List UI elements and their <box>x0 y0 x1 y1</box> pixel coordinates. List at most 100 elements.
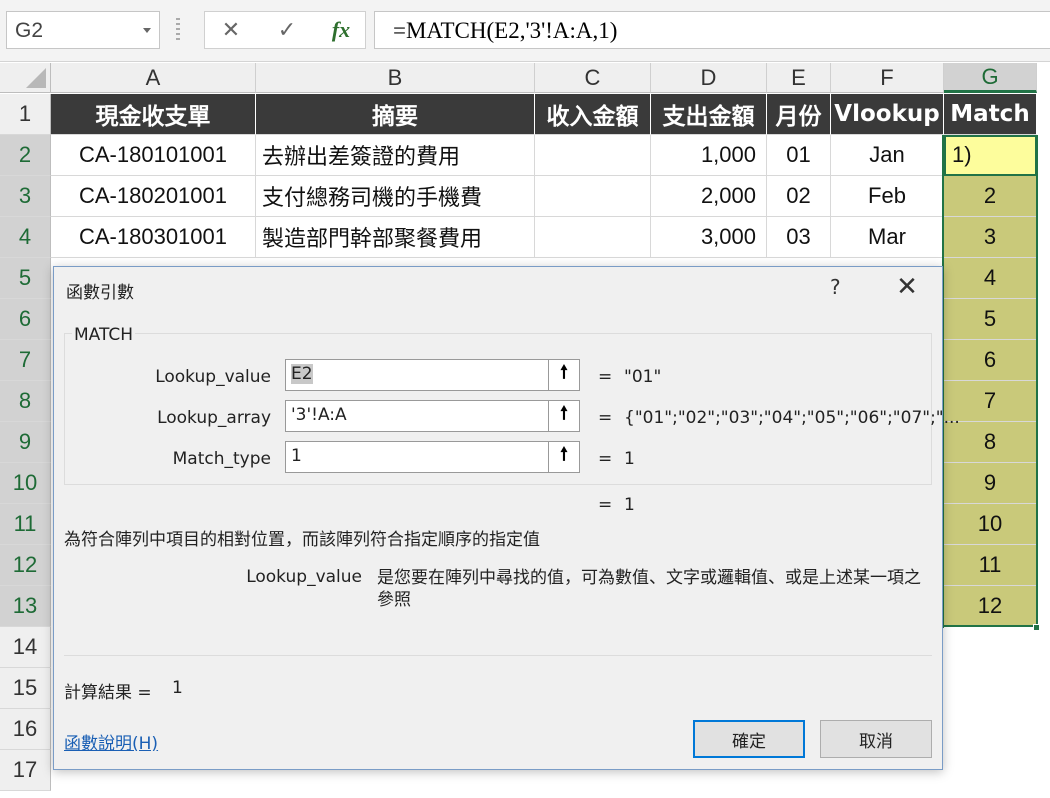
insert-function-icon[interactable]: fx <box>325 15 357 45</box>
row-header-2[interactable]: 2 <box>0 135 51 176</box>
header-cell-e[interactable]: 月份 <box>767 94 831 135</box>
row-header-13[interactable]: 13 <box>0 586 51 627</box>
table-cell[interactable]: 8 <box>944 422 1037 463</box>
fill-handle[interactable] <box>1033 624 1040 631</box>
table-cell[interactable]: 11 <box>944 545 1037 586</box>
formula-input[interactable]: =MATCH(E2,'3'!A:A,1) <box>374 11 1050 49</box>
arg-help-text: 是您要在陣列中尋找的值，可為數值、文字或邏輯值、或是上述某一項之參照 <box>377 568 921 610</box>
row-header-5[interactable]: 5 <box>0 258 51 299</box>
header-cell-d[interactable]: 支出金額 <box>651 94 767 135</box>
row-header-12[interactable]: 12 <box>0 545 51 586</box>
chevron-down-icon[interactable] <box>143 28 151 33</box>
table-cell[interactable]: CA-180301001 <box>51 217 256 258</box>
active-cell-g2[interactable]: 1) <box>944 135 1037 176</box>
row-header-7[interactable]: 7 <box>0 340 51 381</box>
table-cell[interactable]: 去辦出差簽證的費用 <box>256 135 535 176</box>
row-header-14[interactable]: 14 <box>0 627 51 668</box>
header-cell-f[interactable]: Vlookup <box>831 94 944 135</box>
header-cell-a[interactable]: 現金收支單 <box>51 94 256 135</box>
equals-sign: = <box>598 495 613 515</box>
row-header-9[interactable]: 9 <box>0 422 51 463</box>
table-cell[interactable]: 3,000 <box>651 217 767 258</box>
arg-help-name: Lookup_value <box>246 567 362 587</box>
row-header-6[interactable]: 6 <box>0 299 51 340</box>
table-cell[interactable] <box>535 135 651 176</box>
arg-label-match-type: Match_type <box>172 449 271 469</box>
column-header-d[interactable]: D <box>651 63 767 93</box>
cancel-button[interactable]: 取消 <box>820 720 932 758</box>
row-header-8[interactable]: 8 <box>0 381 51 422</box>
arg-result-lookup-value: "01" <box>624 367 662 387</box>
function-name: MATCH <box>72 325 136 345</box>
enter-formula-icon[interactable]: ✓ <box>271 15 303 45</box>
column-header-a[interactable]: A <box>51 63 256 93</box>
function-description: 為符合陣列中項目的相對位置，而該陣列符合指定順序的指定值 <box>64 530 540 550</box>
table-cell[interactable] <box>535 217 651 258</box>
row-header-15[interactable]: 15 <box>0 668 51 709</box>
close-icon[interactable]: ✕ <box>892 272 922 302</box>
table-cell[interactable]: CA-180101001 <box>51 135 256 176</box>
collapse-arrow-icon[interactable]: 🠕 <box>548 400 580 432</box>
name-box-value: G2 <box>15 19 44 42</box>
arg-result-match-type: 1 <box>624 449 635 469</box>
function-arguments-dialog: 函數引數 ? ✕ MATCH Lookup_value E2 🠕 = "01" … <box>53 266 960 770</box>
lookup-array-input[interactable]: '3'!A:A <box>285 400 549 432</box>
select-all-corner[interactable] <box>0 63 51 93</box>
header-cell-c[interactable]: 收入金額 <box>535 94 651 135</box>
splitter-handle[interactable] <box>176 18 180 42</box>
name-box[interactable]: G2 <box>6 11 160 49</box>
table-cell[interactable]: 9 <box>944 463 1037 504</box>
formula-buttons: ✕ ✓ fx <box>204 11 366 49</box>
table-cell[interactable]: 4 <box>944 258 1037 299</box>
header-cell-g[interactable]: Match <box>944 94 1037 135</box>
table-cell[interactable]: 製造部門幹部聚餐費用 <box>256 217 535 258</box>
dialog-title: 函數引數 <box>66 283 134 303</box>
table-cell[interactable]: 2,000 <box>651 176 767 217</box>
column-header-f[interactable]: F <box>831 63 944 93</box>
column-header-b[interactable]: B <box>256 63 535 93</box>
function-help-link[interactable]: 函數說明(H) <box>64 729 158 754</box>
match-type-input[interactable]: 1 <box>285 441 549 473</box>
row-header-10[interactable]: 10 <box>0 463 51 504</box>
lookup-value-input[interactable]: E2 <box>285 359 549 391</box>
collapse-arrow-icon[interactable]: 🠕 <box>548 359 580 391</box>
row-header-3[interactable]: 3 <box>0 176 51 217</box>
table-cell[interactable]: 03 <box>767 217 831 258</box>
table-cell[interactable]: 12 <box>944 586 1037 627</box>
table-cell[interactable]: 5 <box>944 299 1037 340</box>
table-cell[interactable] <box>535 176 651 217</box>
table-cell[interactable]: 01 <box>767 135 831 176</box>
row-header-11[interactable]: 11 <box>0 504 51 545</box>
row-header-1[interactable]: 1 <box>0 94 51 135</box>
divider <box>64 655 932 656</box>
table-cell[interactable]: 支付總務司機的手機費 <box>256 176 535 217</box>
row-header-17[interactable]: 17 <box>0 750 51 791</box>
table-cell[interactable]: 02 <box>767 176 831 217</box>
column-header-c[interactable]: C <box>535 63 651 93</box>
table-cell[interactable]: 1,000 <box>651 135 767 176</box>
cancel-formula-icon[interactable]: ✕ <box>215 15 247 45</box>
formula-result: 1 <box>624 495 635 515</box>
table-cell[interactable]: CA-180201001 <box>51 176 256 217</box>
table-cell[interactable]: Feb <box>831 176 944 217</box>
arg-label-lookup-value: Lookup_value <box>155 367 271 387</box>
selection-border <box>1036 135 1038 628</box>
calc-result-label: 計算結果 = <box>64 683 152 703</box>
collapse-arrow-icon[interactable]: 🠕 <box>548 441 580 473</box>
column-header-g[interactable]: G <box>944 63 1037 93</box>
lookup-value-text: E2 <box>291 364 313 384</box>
ok-button[interactable]: 確定 <box>693 720 805 758</box>
table-cell[interactable]: 2 <box>944 176 1037 217</box>
table-cell[interactable]: Jan <box>831 135 944 176</box>
arg-label-lookup-array: Lookup_array <box>157 408 271 428</box>
table-cell[interactable]: 10 <box>944 504 1037 545</box>
table-cell[interactable]: Mar <box>831 217 944 258</box>
table-cell[interactable]: 6 <box>944 340 1037 381</box>
header-cell-b[interactable]: 摘要 <box>256 94 535 135</box>
column-header-e[interactable]: E <box>767 63 831 93</box>
calc-result-value: 1 <box>172 678 183 698</box>
table-cell[interactable]: 3 <box>944 217 1037 258</box>
row-header-16[interactable]: 16 <box>0 709 51 750</box>
row-header-4[interactable]: 4 <box>0 217 51 258</box>
help-icon[interactable]: ? <box>830 275 841 299</box>
